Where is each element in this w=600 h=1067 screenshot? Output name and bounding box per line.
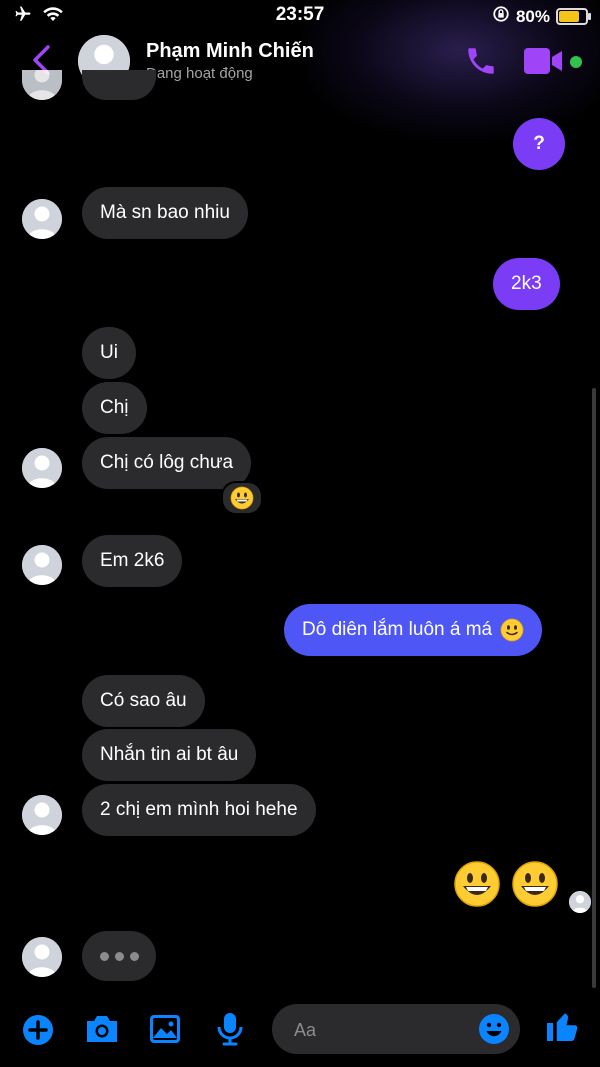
grin-emoji-icon[interactable] (453, 860, 501, 908)
seen-avatar (568, 890, 592, 914)
sender-avatar[interactable] (22, 795, 62, 835)
scrollbar[interactable] (592, 388, 596, 988)
mic-icon[interactable] (216, 1012, 244, 1051)
emoji-icon[interactable] (478, 1013, 510, 1050)
message-input[interactable] (292, 1004, 476, 1056)
typing-indicator (82, 931, 156, 981)
online-indicator (570, 56, 582, 68)
status-right: 80% (492, 5, 591, 28)
message-incoming[interactable]: Em 2k6 (82, 535, 183, 587)
video-icon[interactable] (524, 48, 564, 79)
camera-icon[interactable] (84, 1014, 120, 1049)
battery-icon (556, 8, 591, 25)
contact-name[interactable]: Phạm Minh Chiến (146, 40, 314, 63)
bubble-partial (82, 70, 156, 100)
sender-avatar[interactable] (22, 199, 62, 239)
message-incoming[interactable]: Chị có lôg chưa (82, 437, 252, 489)
message-incoming[interactable]: Chị (82, 382, 147, 434)
image-icon[interactable] (149, 1014, 181, 1049)
avatar-partial (22, 70, 62, 100)
reaction-grin-icon[interactable] (221, 481, 263, 515)
message-input-wrapper (272, 1004, 520, 1056)
sender-avatar[interactable] (22, 545, 62, 585)
typing-dot (114, 951, 124, 961)
sender-avatar[interactable] (22, 448, 62, 488)
message-outgoing[interactable]: 2k3 (493, 258, 560, 310)
typing-dot (99, 951, 109, 961)
message-incoming[interactable]: 2 chị em mình hoi hehe (82, 784, 316, 836)
message-text: Dô diên lắm luôn á má (302, 619, 493, 640)
slight-smile-icon (500, 618, 524, 642)
message-incoming[interactable]: Mà sn bao nhiu (82, 187, 248, 239)
message-outgoing[interactable]: ? (513, 118, 565, 170)
message-incoming[interactable]: Ui (82, 327, 136, 379)
plus-icon[interactable] (22, 1014, 54, 1051)
message-incoming[interactable]: Có sao âu (82, 675, 205, 727)
status-bar: 23:57 80% (0, 0, 600, 30)
phone-icon[interactable] (464, 44, 498, 83)
message-outgoing[interactable]: Dô diên lắm luôn á má (284, 604, 543, 656)
battery-percent: 80% (515, 6, 550, 26)
contact-status: Đang hoạt động (146, 65, 253, 82)
message-incoming[interactable]: Nhắn tin ai bt âu (82, 729, 257, 781)
sender-avatar[interactable] (22, 937, 62, 977)
lock-rotation-icon (492, 5, 510, 28)
like-icon[interactable] (544, 1008, 580, 1049)
grin-emoji-icon[interactable] (511, 860, 559, 908)
typing-dot (129, 951, 139, 961)
battery-fill (559, 11, 580, 22)
composer-bar (0, 1000, 600, 1060)
